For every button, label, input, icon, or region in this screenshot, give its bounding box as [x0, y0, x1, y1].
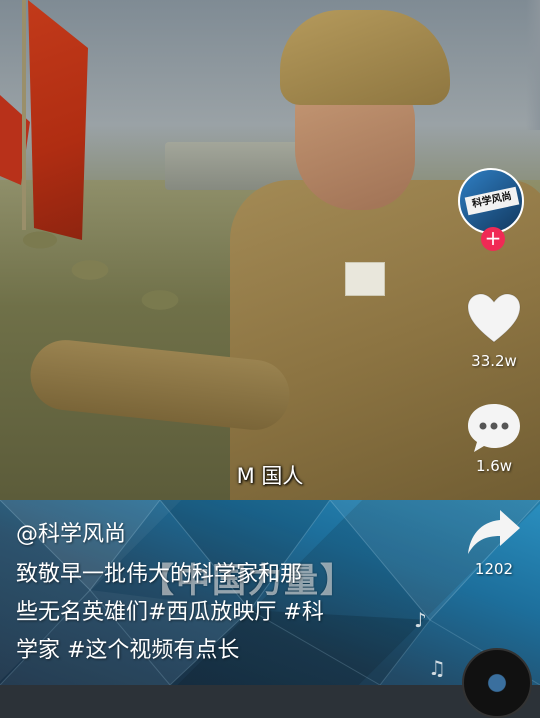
video-description: 致敬早一批伟大的科学家和那 些无名英雄们#西瓜放映厅 #科 学家 #这个视频有点… [16, 556, 416, 670]
share-arrow-icon[interactable] [466, 508, 522, 556]
edge-shade [526, 0, 540, 130]
officer-cap [280, 10, 450, 105]
author-handle[interactable]: @科学风尚 [16, 516, 126, 548]
music-note-icon: ♫ [428, 656, 446, 680]
video-player[interactable] [0, 0, 540, 500]
comment-count: 1.6w [475, 457, 513, 475]
like-count: 33.2w [471, 352, 517, 370]
music-disc-icon[interactable] [462, 648, 532, 718]
author-avatar[interactable]: 科学风尚 [458, 168, 524, 234]
flag-pole [22, 0, 26, 230]
description-line[interactable]: 些无名英雄们#西瓜放映厅 #科 [16, 594, 416, 632]
description-line: 致敬早一批伟大的科学家和那 [16, 562, 303, 587]
comment-bubble-icon[interactable] [466, 400, 522, 456]
description-line[interactable]: 学家 #这个视频有点长 [16, 632, 416, 670]
red-flag [28, 0, 88, 240]
share-count: 1202 [474, 560, 514, 578]
avatar-label: 科学风尚 [464, 186, 520, 216]
officer-badge [345, 262, 385, 296]
heart-icon[interactable] [466, 292, 522, 344]
follow-button[interactable]: + [481, 227, 505, 251]
music-note-icon: ♪ [414, 608, 427, 632]
